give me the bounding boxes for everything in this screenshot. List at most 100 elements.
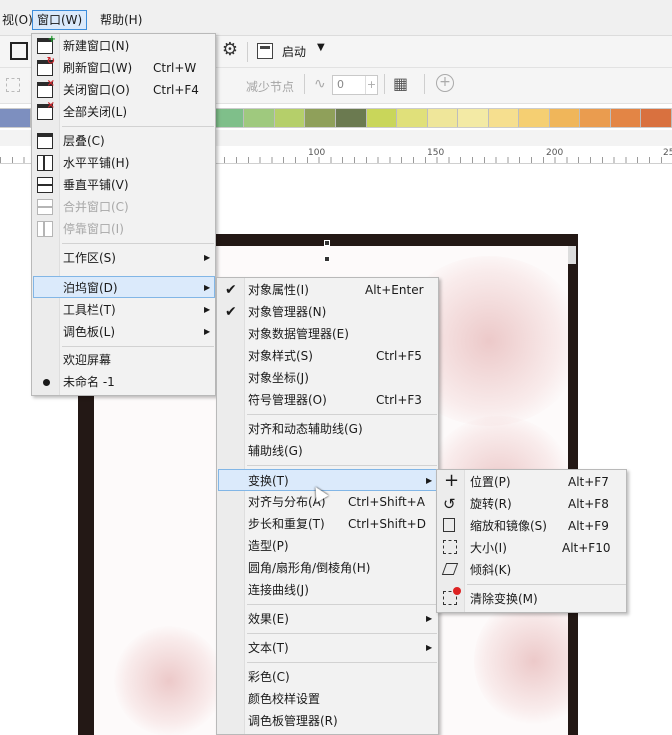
menu-item-skew[interactable]: 倾斜(K) <box>438 559 626 581</box>
chevron-down-icon[interactable]: ▼ <box>317 42 325 53</box>
menu-item-object-coordinates[interactable]: 对象坐标(J) <box>218 367 438 389</box>
menu-item-position[interactable]: + 位置(P) Alt+F7 <box>438 471 626 493</box>
color-swatch[interactable] <box>580 109 611 127</box>
menu-item-dockers[interactable]: 泊坞窗(D) ▶ <box>33 276 215 298</box>
scale-mirror-icon <box>443 518 455 532</box>
menu-item-step-repeat[interactable]: 步长和重复(T) Ctrl+Shift+D <box>218 513 438 535</box>
menu-help[interactable]: 帮助(H) <box>96 10 146 30</box>
color-swatch[interactable] <box>397 109 428 127</box>
menu-item-rotate[interactable]: ↺ 旋转(R) Alt+F8 <box>438 493 626 515</box>
full-screen-preview-icon[interactable] <box>10 42 28 60</box>
menu-item-workspace[interactable]: 工作区(S) ▶ <box>33 247 215 269</box>
submenu-arrow-icon: ▶ <box>426 476 433 485</box>
submenu-arrow-icon: ▶ <box>426 614 433 623</box>
launch-icon[interactable] <box>257 43 273 59</box>
menu-item-merge-window: 合并窗口(C) <box>33 196 215 218</box>
merge-window-icon <box>37 199 53 215</box>
menu-item-tile-vertical[interactable]: 垂直平铺(V) <box>33 174 215 196</box>
close-window-icon: × <box>37 79 55 98</box>
color-swatch[interactable] <box>274 109 306 127</box>
color-swatch[interactable] <box>519 109 550 127</box>
menu-item-cascade[interactable]: 层叠(C) <box>33 130 215 152</box>
menu-separator <box>62 243 214 244</box>
menu-item-alignment-guides[interactable]: 对齐和动态辅助线(G) <box>218 418 438 440</box>
rotate-icon: ↺ <box>443 495 456 513</box>
submenu-arrow-icon: ▶ <box>204 253 211 262</box>
clear-transform-icon <box>443 587 461 605</box>
menu-item-size[interactable]: 大小(I) Alt+F10 <box>438 537 626 559</box>
menu-item-close-window[interactable]: × 关闭窗口(O) Ctrl+F4 <box>33 79 215 101</box>
color-swatch[interactable] <box>336 109 367 127</box>
position-icon: + <box>444 470 460 491</box>
menu-item-effects[interactable]: 效果(E) ▶ <box>218 608 438 630</box>
menu-item-clear-transform[interactable]: 清除变换(M) <box>438 587 626 610</box>
menu-item-refresh-window[interactable]: ↻ 刷新窗口(W) Ctrl+W <box>33 57 215 79</box>
menu-item-palette-manager[interactable]: 调色板管理器(R) <box>218 710 438 732</box>
menu-item-fillet-scallop-chamfer[interactable]: 圆角/扇形角/倒棱角(H) <box>218 557 438 579</box>
add-icon[interactable]: + <box>436 74 454 92</box>
dashed-box-icon[interactable] <box>6 78 20 92</box>
color-swatch[interactable] <box>366 109 398 127</box>
selection-handle[interactable] <box>324 256 330 262</box>
size-icon <box>443 540 457 554</box>
active-document-bullet-icon <box>43 379 50 386</box>
menu-item-text[interactable]: 文本(T) ▶ <box>218 637 438 659</box>
color-swatch[interactable] <box>213 109 245 127</box>
menu-item-scale-mirror[interactable]: 缩放和镜像(S) Alt+F9 <box>438 515 626 537</box>
color-swatch[interactable] <box>0 109 31 127</box>
menu-separator <box>247 604 437 605</box>
menu-item-object-styles[interactable]: 对象样式(S) Ctrl+F5 <box>218 345 438 367</box>
menu-item-symbol-manager[interactable]: 符号管理器(O) Ctrl+F3 <box>218 389 438 411</box>
color-swatch[interactable] <box>488 109 520 127</box>
toolbar-divider <box>384 74 385 94</box>
plus-icon[interactable]: + <box>365 76 377 94</box>
launch-label[interactable]: 启动 <box>282 43 306 60</box>
refresh-window-icon: ↻ <box>37 57 55 76</box>
select-all-nodes-icon[interactable]: ▦ <box>393 74 408 93</box>
menubar: 视(O) 窗口(W) 帮助(H) <box>0 0 672 36</box>
color-swatch[interactable] <box>305 109 337 127</box>
ruler-label: 25 <box>663 148 672 158</box>
menu-item-untitled-document[interactable]: 未命名 -1 <box>33 371 215 393</box>
menu-item-join-curves[interactable]: 连接曲线(J) <box>218 579 438 601</box>
gear-icon[interactable]: ⚙ <box>220 40 240 60</box>
menu-separator <box>247 414 437 415</box>
reduce-nodes-label[interactable]: 减少节点 <box>246 78 294 95</box>
menu-item-color-proofing-settings[interactable]: 颜色校样设置 <box>218 688 438 710</box>
color-swatch[interactable] <box>244 109 275 127</box>
menu-item-object-manager[interactable]: ✔ 对象管理器(N) <box>218 301 438 323</box>
menu-item-transform[interactable]: 变换(T) ▶ <box>218 469 438 491</box>
smoothness-spinbox[interactable]: 0 + <box>332 75 378 95</box>
color-swatch[interactable] <box>458 109 489 127</box>
toolbar-divider <box>304 74 305 94</box>
color-swatch[interactable] <box>427 109 459 127</box>
transform-submenu: + 位置(P) Alt+F7 ↺ 旋转(R) Alt+F8 缩放和镜像(S) A… <box>436 469 627 613</box>
menu-separator <box>247 633 437 634</box>
menu-item-new-window[interactable]: + 新建窗口(N) <box>33 35 215 57</box>
menu-window[interactable]: 窗口(W) <box>32 10 88 30</box>
menu-item-color[interactable]: 彩色(C) <box>218 666 438 688</box>
menu-item-close-all[interactable]: × 全部关闭(L) <box>33 101 215 123</box>
menu-item-object-data-manager[interactable]: 对象数据管理器(E) <box>218 323 438 345</box>
submenu-arrow-icon: ▶ <box>204 305 211 314</box>
curve-smoothness-icon: ∿ <box>314 76 326 92</box>
menu-item-shaping[interactable]: 造型(P) <box>218 535 438 557</box>
menu-separator <box>247 662 437 663</box>
ruler-label: 200 <box>546 148 564 158</box>
menu-item-welcome-screen[interactable]: 欢迎屏幕 <box>33 349 215 371</box>
menu-item-palettes[interactable]: 调色板(L) ▶ <box>33 321 215 343</box>
color-swatch[interactable] <box>549 109 581 127</box>
color-swatch[interactable] <box>641 109 672 127</box>
document-scroll-thumb[interactable] <box>568 246 576 264</box>
menu-item-guidelines[interactable]: 辅助线(G) <box>218 440 438 462</box>
menu-separator <box>62 346 214 347</box>
dockers-submenu: ✔ 对象属性(I) Alt+Enter ✔ 对象管理器(N) 对象数据管理器(E… <box>216 277 439 735</box>
menu-item-object-properties[interactable]: ✔ 对象属性(I) Alt+Enter <box>218 279 438 301</box>
menu-item-toolbars[interactable]: 工具栏(T) ▶ <box>33 299 215 321</box>
menu-separator <box>62 126 214 127</box>
color-swatch[interactable] <box>610 109 642 127</box>
selection-handle[interactable] <box>324 240 330 246</box>
flower-artwork <box>114 626 224 735</box>
skew-icon <box>441 563 459 575</box>
menu-item-tile-horizontal[interactable]: 水平平铺(H) <box>33 152 215 174</box>
